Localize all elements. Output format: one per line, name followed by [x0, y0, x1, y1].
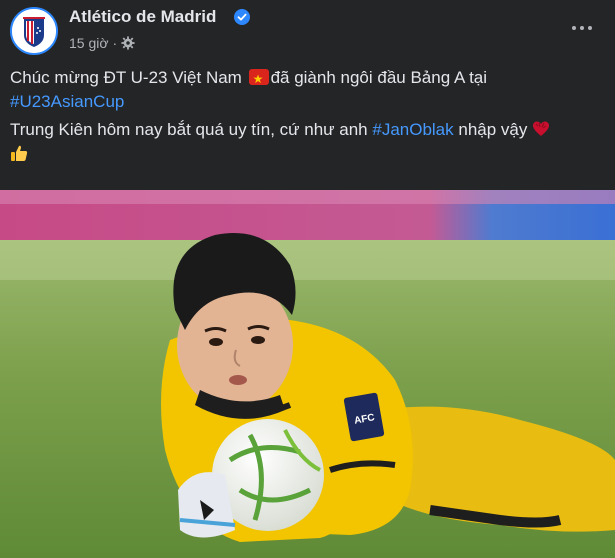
post-meta: 15 giờ · — [69, 35, 135, 51]
more-dot — [572, 26, 576, 30]
post-header: Atlético de Madrid 15 giờ · — [0, 0, 615, 62]
more-options-button[interactable] — [562, 12, 602, 44]
paragraph-1-text-before: Chúc mừng ĐT U-23 Việt Nam — [10, 68, 247, 87]
hashtag-janoblak[interactable]: #JanOblak — [372, 120, 453, 139]
post-text: Chúc mừng ĐT U-23 Việt Nam đã giành ngôi… — [10, 66, 608, 170]
paragraph-2-text-before: Trung Kiên hôm nay bắt quá uy tín, cứ nh… — [10, 120, 373, 139]
more-dot — [588, 26, 592, 30]
meta-separator: · — [112, 35, 118, 51]
goalkeeper-photo: AFC — [0, 190, 615, 558]
post-photo[interactable]: AFC — [0, 190, 615, 558]
vietnam-flag-emoji — [248, 67, 269, 91]
page-avatar[interactable] — [10, 7, 58, 55]
post-paragraph-2: Trung Kiên hôm nay bắt quá uy tín, cứ nh… — [10, 118, 608, 166]
paragraph-2-text-after: nhập vậy — [453, 120, 533, 139]
post-paragraph-1: Chúc mừng ĐT U-23 Việt Nam đã giành ngôi… — [10, 66, 608, 114]
more-dot — [580, 26, 584, 30]
facebook-post: Atlético de Madrid 15 giờ · Chúc mừng ĐT… — [0, 0, 615, 558]
hashtag-u23asiancup[interactable]: #U23AsianCup — [10, 92, 124, 111]
paragraph-1-text-after: đã giành ngôi đầu Bảng A tại — [270, 68, 488, 87]
post-time[interactable]: 15 giờ — [69, 35, 109, 51]
thumbs-up-emoji — [11, 145, 28, 161]
heart-emoji — [533, 121, 550, 136]
page-name[interactable]: Atlético de Madrid — [69, 7, 216, 27]
gear-icon[interactable] — [121, 36, 135, 50]
verified-badge-icon — [234, 9, 250, 25]
atletico-logo-icon — [12, 9, 56, 53]
